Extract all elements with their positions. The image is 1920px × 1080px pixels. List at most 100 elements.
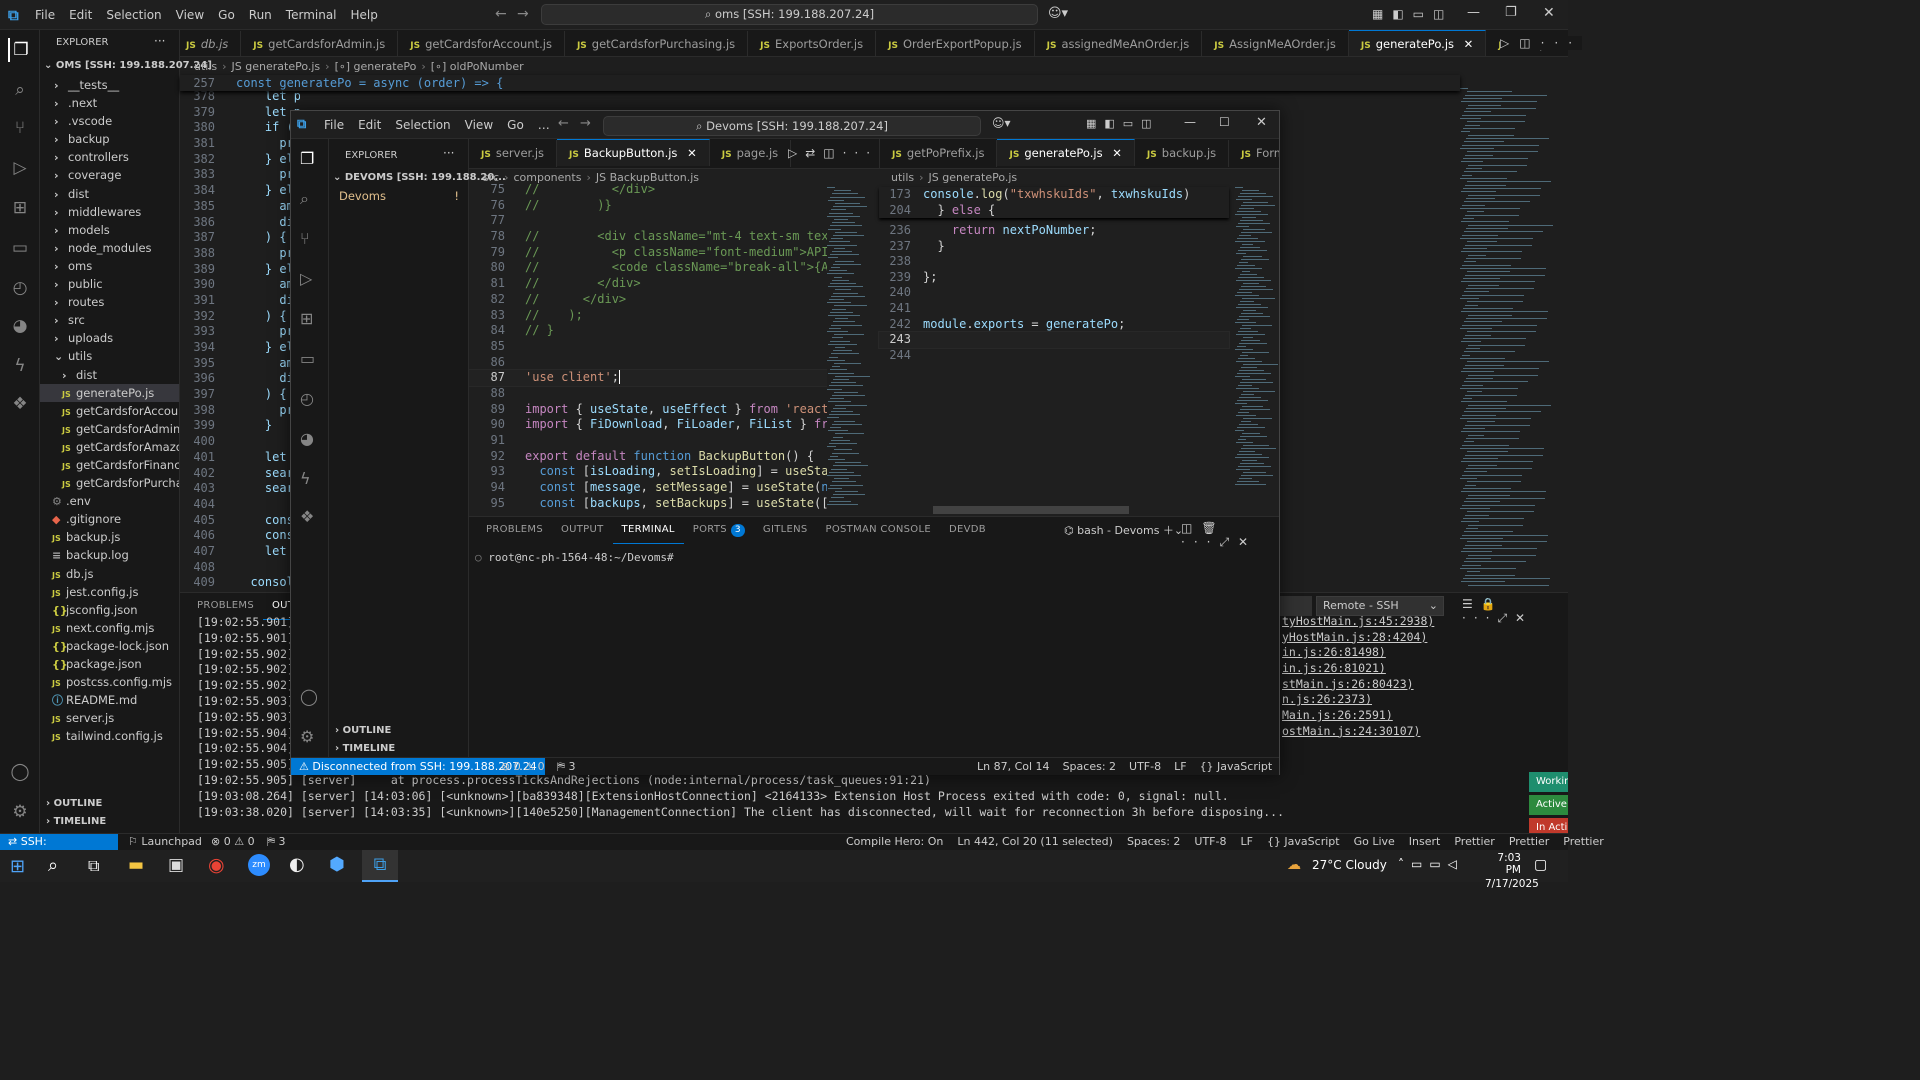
tree-item[interactable]: › oms: [40, 257, 179, 275]
tree-item[interactable]: JS tailwind.config.js: [40, 727, 179, 745]
status-item[interactable]: Insert: [1409, 835, 1441, 848]
menu-item[interactable]: Edit: [62, 0, 99, 30]
inner-panel-tab[interactable]: PROBLEMS: [477, 517, 552, 543]
tree-item[interactable]: ◆ .gitignore: [40, 510, 179, 528]
inner-left-editor-actions[interactable]: ▷⇄◫···: [788, 146, 878, 160]
status-item[interactable]: LF: [1240, 835, 1252, 848]
inner-panel-tab[interactable]: TERMINAL: [612, 517, 684, 544]
inner-remote-icon[interactable]: ▭: [300, 349, 315, 368]
inner-right-code[interactable]: 236 return nextPoNumber; 237 } 238 239}; 240…: [878, 223, 1230, 363]
breadcrumb-item[interactable]: [∘] oldPoNumber: [431, 60, 524, 73]
inner-minimize-button[interactable]: —: [1184, 115, 1196, 129]
inner-status-item[interactable]: LF: [1174, 760, 1186, 773]
menu-item[interactable]: File: [28, 0, 62, 30]
terminal-line[interactable]: ○ root@nc-ph-1564-48:~/Devoms#: [475, 551, 674, 564]
editor-tab[interactable]: JS getCardsforAdmin.js: [241, 31, 399, 56]
tree-item[interactable]: › src: [40, 311, 179, 329]
more-actions-icon[interactable]: ···: [154, 34, 165, 48]
menu-item[interactable]: Run: [242, 0, 279, 30]
inner-search-icon[interactable]: ⌕: [300, 189, 309, 209]
output-channel-select[interactable]: Remote - SSH ⌄: [1316, 596, 1444, 616]
inner-extensions-icon[interactable]: ⊞: [300, 309, 313, 328]
extensions-icon[interactable]: ⊞: [8, 196, 32, 220]
editor-tab[interactable]: JS OrderExportPopup.js: [876, 31, 1035, 56]
source-control-icon[interactable]: ⑂: [8, 116, 32, 140]
back-arrow-icon[interactable]: ←: [495, 6, 507, 22]
inner-menu-item[interactable]: File: [317, 110, 351, 140]
minimap[interactable]: [1460, 88, 1560, 588]
inner-right-tab[interactable]: JS backup.js: [1135, 140, 1230, 167]
inner-scm-icon[interactable]: ⑂: [300, 229, 310, 248]
store-icon[interactable]: ▣: [168, 855, 184, 875]
tree-item[interactable]: JS getCardsforAmazon.js: [40, 438, 179, 456]
breadcrumb-item[interactable]: JS generatePo.js: [929, 171, 1018, 184]
tree-item[interactable]: JS db.js: [40, 565, 179, 583]
editor-tab[interactable]: JS AssignMeAOrder.js: [1202, 31, 1349, 56]
inner-status-item[interactable]: UTF-8: [1129, 760, 1161, 773]
output-link[interactable]: ostMain.js:24:30107): [1282, 724, 1482, 740]
account-icon[interactable]: ◯: [8, 760, 32, 784]
editor-actions[interactable]: ▷◫···: [1500, 36, 1583, 50]
status-item[interactable]: Spaces: 2: [1127, 835, 1180, 848]
breadcrumb-item[interactable]: [∘] generatePo: [335, 60, 417, 73]
breadcrumb-item[interactable]: utils: [891, 171, 914, 184]
inner-right-minimap[interactable]: [1235, 187, 1278, 487]
zoom-icon[interactable]: zm: [248, 854, 270, 876]
breadcrumb-item[interactable]: JS generatePo.js: [232, 60, 321, 73]
tree-item[interactable]: › routes: [40, 293, 179, 311]
editor-tab[interactable]: JS generatePo.js ✕: [1348, 30, 1487, 56]
settings-gear-icon[interactable]: ⚙: [8, 800, 32, 824]
close-tab-icon[interactable]: ✕: [1109, 146, 1122, 160]
inner-layout-controls[interactable]: ▦◧▭◫: [1086, 117, 1160, 130]
app-icon[interactable]: ◐: [289, 854, 305, 875]
tree-item[interactable]: ≡ backup.log: [40, 546, 179, 564]
tree-item[interactable]: › coverage: [40, 166, 179, 184]
file-explorer-icon[interactable]: ▬: [128, 855, 144, 875]
command-center[interactable]: ⌕ oms [SSH: 199.188.207.24]: [541, 4, 1038, 25]
terminal-selector[interactable]: ⌬ bash - Devoms ＋⌄: [1064, 522, 1183, 538]
remote-explorer-icon[interactable]: ▭: [8, 236, 32, 260]
inner-menu-item[interactable]: View: [458, 110, 500, 140]
taskbar-search-icon[interactable]: ⌕: [48, 855, 58, 876]
inner-panel-tab[interactable]: PORTS 3: [684, 517, 754, 543]
inner-right-tab[interactable]: JS Form: [1229, 140, 1279, 167]
gitlens-icon[interactable]: ◴: [8, 276, 32, 300]
inner-debug-icon[interactable]: ▷: [300, 269, 312, 288]
inner-forward-icon[interactable]: →: [580, 116, 591, 131]
cursor-app-icon[interactable]: ⬢: [329, 854, 345, 875]
output-link[interactable]: n.js:26:2373): [1282, 692, 1482, 708]
system-tray-icons[interactable]: ˄▭▭◁: [1398, 857, 1464, 871]
inner-close-button[interactable]: ✕: [1256, 115, 1267, 130]
editor-tab[interactable]: JS db.js: [180, 31, 242, 56]
inner-maximize-button[interactable]: ☐: [1219, 115, 1230, 129]
status-item[interactable]: Prettier: [1454, 835, 1494, 848]
minimize-button[interactable]: —: [1467, 5, 1480, 20]
tree-item[interactable]: JS jest.config.js: [40, 583, 179, 601]
notifications-icon[interactable]: ▢: [1534, 857, 1547, 873]
inner-panel-tab[interactable]: OUTPUT: [552, 517, 613, 543]
inner-right-tab[interactable]: JS generatePo.js ✕: [997, 139, 1135, 166]
inner-left-tab[interactable]: JS BackupButton.js ✕: [557, 139, 710, 166]
inner-problems-status[interactable]: ⊗ 0 ⚠ 0: [501, 758, 545, 775]
output-link[interactable]: in.js:26:81021): [1282, 661, 1482, 677]
tree-item[interactable]: › __tests__: [40, 76, 179, 94]
task-view-icon[interactable]: ⧉: [88, 856, 99, 876]
tree-item[interactable]: JS postcss.config.mjs: [40, 673, 179, 691]
inner-left-minimap[interactable]: [827, 187, 870, 512]
side-badge[interactable]: Workin: [1529, 772, 1568, 792]
tree-item[interactable]: JS getCardsforFinance.js: [40, 456, 179, 474]
python-icon[interactable]: ❖: [8, 392, 32, 416]
inner-outline-section[interactable]: › OUTLINE: [335, 725, 391, 736]
outline-section[interactable]: › OUTLINE: [46, 798, 102, 809]
tree-item[interactable]: JS getCardsforAccount.js: [40, 402, 179, 420]
layout-controls[interactable]: ▦◧▭◫: [1372, 7, 1453, 21]
inner-python-icon[interactable]: ❖: [300, 507, 314, 526]
tree-item[interactable]: {}package.json: [40, 655, 179, 673]
output-link[interactable]: tyHostMain.js:45:2938): [1282, 614, 1482, 630]
tree-item[interactable]: › models: [40, 221, 179, 239]
status-item[interactable]: Compile Hero: On: [846, 835, 943, 848]
inner-right-hscrollbar[interactable]: [933, 506, 1129, 514]
tree-item[interactable]: JS server.js: [40, 709, 179, 727]
status-item[interactable]: Go Live: [1354, 835, 1395, 848]
output-link[interactable]: stMain.js:26:80423): [1282, 677, 1482, 693]
